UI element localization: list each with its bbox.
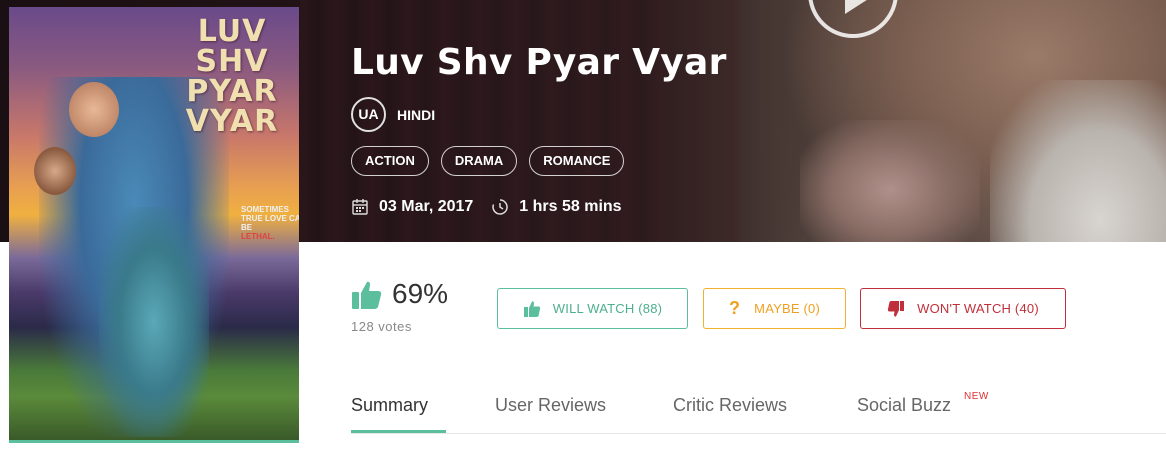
hero-actor-shirt xyxy=(990,80,1166,242)
poster-title-art: LUV SHV PYAR VYAR xyxy=(185,14,279,139)
language-label: HINDI xyxy=(397,107,436,123)
hero-actor-hand xyxy=(800,120,980,242)
duration: 1 hrs 58 mins xyxy=(519,198,622,215)
approval-percent: 69% xyxy=(392,278,449,309)
movie-poster: LUV SHV PYAR VYAR SOMETIMES TRUE LOVE CA… xyxy=(9,7,299,443)
genre-chip-drama[interactable]: DRAMA xyxy=(440,146,518,176)
poster-tagline: SOMETIMES TRUE LOVE CAN BE LETHAL. xyxy=(241,205,299,241)
wont-watch-button[interactable]: WON'T WATCH (40) xyxy=(860,288,1066,329)
will-watch-label: WILL WATCH (88) xyxy=(552,301,663,316)
thumbs-down-icon xyxy=(888,300,905,317)
tab-user-reviews[interactable]: User Reviews xyxy=(495,395,606,416)
active-tab-indicator xyxy=(351,430,446,433)
vote-count: 128 votes xyxy=(351,319,412,334)
will-watch-button[interactable]: WILL WATCH (88) xyxy=(497,288,688,329)
new-badge: NEW xyxy=(964,391,989,402)
genre-chip-romance[interactable]: ROMANCE xyxy=(529,146,625,176)
clock-icon xyxy=(492,199,509,215)
play-icon xyxy=(845,0,873,14)
movie-title: Luv Shv Pyar Vyar xyxy=(351,42,727,83)
genre-chip-action[interactable]: ACTION xyxy=(351,146,429,176)
content-tabs: Summary User Reviews Critic Reviews Soci… xyxy=(351,380,1166,434)
tab-social-buzz[interactable]: Social Buzz xyxy=(857,395,951,416)
certification-badge: UA xyxy=(351,97,386,132)
thumbs-up-icon xyxy=(523,300,540,317)
calendar-icon xyxy=(352,199,368,215)
question-icon: ? xyxy=(728,298,741,318)
tab-summary[interactable]: Summary xyxy=(351,395,428,416)
poster-male-head xyxy=(69,82,119,137)
maybe-button[interactable]: ? MAYBE (0) xyxy=(703,288,846,329)
tab-critic-reviews[interactable]: Critic Reviews xyxy=(673,395,787,416)
release-date: 03 Mar, 2017 xyxy=(379,198,474,215)
maybe-label: MAYBE (0) xyxy=(754,301,821,316)
release-meta: 03 Mar, 2017 1 hrs 58 mins xyxy=(351,198,622,216)
poster-female-head xyxy=(34,147,76,195)
genre-list: ACTION DRAMA ROMANCE xyxy=(351,146,625,176)
thumbs-up-icon xyxy=(352,281,382,309)
wont-watch-label: WON'T WATCH (40) xyxy=(917,301,1039,316)
poster-figure-legs xyxy=(99,207,209,437)
